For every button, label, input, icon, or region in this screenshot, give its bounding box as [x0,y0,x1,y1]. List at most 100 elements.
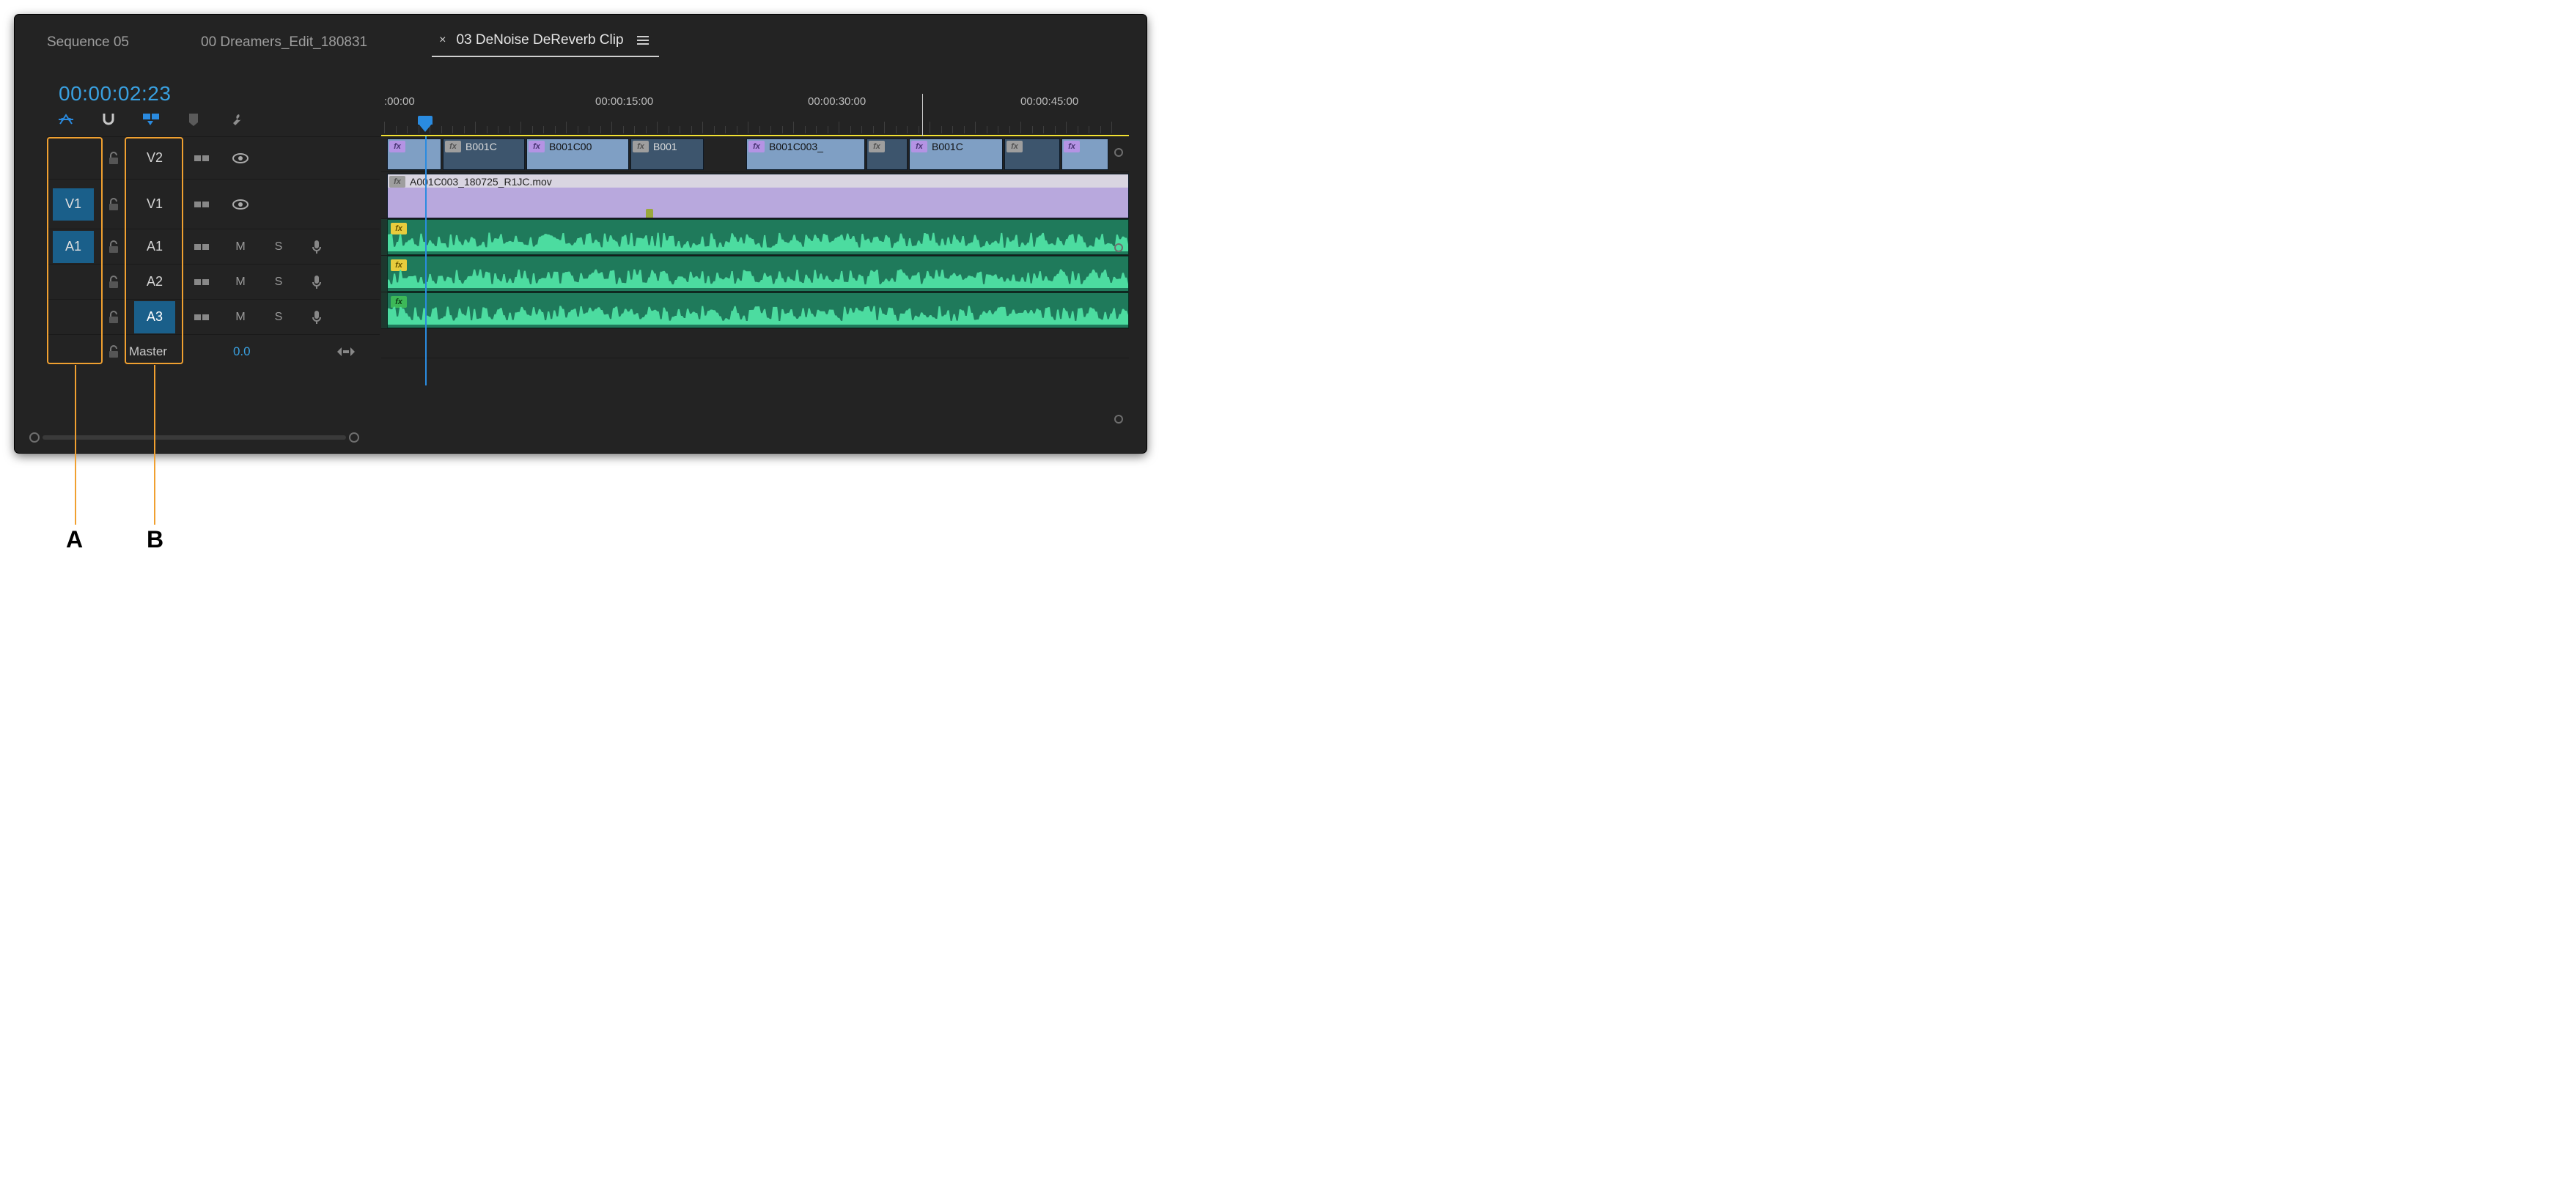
audio-clip[interactable]: fx [387,256,1129,292]
mute-button[interactable]: M [221,240,260,254]
track-header-a2: A2 M S [47,264,380,299]
track-target-v1[interactable]: V1 [134,188,175,221]
track-target-v2[interactable]: V2 [134,142,175,174]
video-clip[interactable]: fx [866,138,908,170]
audio-clip[interactable]: fx [387,292,1129,328]
toggle-track-output-icon[interactable] [221,153,260,163]
clip-name: A001C003_180725_R1JC.mov [410,174,552,188]
track-target-a2[interactable]: A2 [134,266,175,298]
solo-button[interactable]: S [260,276,298,289]
track-a3[interactable]: fx [381,292,1129,328]
video-clip[interactable]: fx B001C [909,138,1003,170]
track-target-a1[interactable]: A1 [134,231,175,263]
waveform-icon [388,265,1128,288]
tab-label: 00 Dreamers_Edit_180831 [201,34,367,51]
lock-icon[interactable] [100,198,128,211]
ruler-label: :00:00 [384,95,415,108]
video-clip[interactable]: fx [387,138,441,170]
tab-sequence-05[interactable]: Sequence 05 [40,28,136,57]
video-clip[interactable]: fx B001 [630,138,704,170]
track-height-handle[interactable] [1114,148,1123,157]
video-clip-v1[interactable]: fx A001C003_180725_R1JC.mov [387,174,1129,218]
track-header-v1: V1 V1 [47,179,380,229]
current-timecode[interactable]: 00:00:02:23 [59,82,171,106]
audio-clip[interactable]: fx [387,219,1129,255]
lock-icon[interactable] [100,152,128,165]
tab-denoise-dereverb[interactable]: × 03 DeNoise DeReverb Clip [432,28,658,57]
toggle-track-output-icon[interactable] [221,199,260,210]
track-height-handle[interactable] [1114,243,1123,252]
track-master[interactable] [381,328,1129,358]
timeline-tracks[interactable]: fx fx B001C fx B001C00 fx B001 fx B001C0… [381,136,1129,385]
sequence-nest-icon[interactable] [57,111,75,128]
sync-lock-icon[interactable] [182,152,221,164]
voice-record-icon[interactable] [298,310,336,325]
video-clip[interactable]: fx B001C [443,138,525,170]
mute-button[interactable]: M [221,276,260,289]
voice-record-icon[interactable] [298,240,336,254]
sync-lock-icon[interactable] [182,311,221,323]
time-ruler[interactable]: :00:00 00:00:15:00 00:00:30:00 00:00:45:… [381,94,1129,136]
tab-dreamers-edit[interactable]: 00 Dreamers_Edit_180831 [194,28,375,57]
voice-record-icon[interactable] [298,275,336,289]
snap-magnet-icon[interactable] [100,111,117,128]
clip-marker-icon[interactable] [646,209,653,218]
fx-badge-icon: fx [529,141,545,152]
source-patch-v1[interactable]: V1 [53,188,94,221]
clip-name: B001C003_ [769,139,823,152]
fx-badge-icon: fx [1007,141,1023,152]
ruler-label: 00:00:45:00 [1020,95,1078,108]
video-clip[interactable]: fx [1061,138,1108,170]
clip-name: B001 [653,139,677,152]
track-v1[interactable]: fx A001C003_180725_R1JC.mov [381,171,1129,218]
close-icon[interactable]: × [439,34,446,47]
lock-icon[interactable] [100,345,128,358]
zoom-handle-left[interactable] [29,432,40,443]
track-v2[interactable]: fx fx B001C fx B001C00 fx B001 fx B001C0… [381,136,1129,171]
zoom-handle-right[interactable] [349,432,359,443]
fx-badge-icon: fx [1064,141,1080,152]
timeline-area: :00:00 00:00:15:00 00:00:30:00 00:00:45:… [381,94,1129,432]
sync-lock-icon[interactable] [182,241,221,253]
tab-label: 03 DeNoise DeReverb Clip [456,32,623,48]
zoom-bar[interactable] [43,435,346,440]
video-clip[interactable]: fx B001C00 [526,138,629,170]
video-clip[interactable]: fx B001C003_ [746,138,865,170]
fx-badge-icon: fx [633,141,649,152]
track-header-a1: A1 A1 M S [47,229,380,264]
track-target-a3[interactable]: A3 [134,301,175,333]
settings-wrench-icon[interactable] [227,111,245,128]
expand-tracks-icon[interactable] [337,345,355,358]
add-marker-icon[interactable] [185,111,202,128]
track-a1[interactable]: fx [381,218,1129,255]
annotation-label: B [147,526,163,553]
timeline-toolrow [57,111,245,128]
track-height-handle[interactable] [1114,415,1123,424]
lock-icon[interactable] [100,311,128,324]
playhead-handle[interactable] [418,123,433,132]
mute-button[interactable]: M [221,311,260,324]
clip-name: B001C [465,139,497,152]
sync-lock-icon[interactable] [182,199,221,210]
track-header-a3: A3 M S [47,299,380,334]
lock-icon[interactable] [100,240,128,254]
linked-selection-icon[interactable] [142,111,160,128]
sequence-tabs: Sequence 05 00 Dreamers_Edit_180831 × 03… [40,28,659,57]
waveform-icon [388,228,1128,251]
track-empty[interactable] [381,358,1129,385]
sync-lock-icon[interactable] [182,276,221,288]
waveform-icon [388,301,1128,325]
video-clip[interactable]: fx [1004,138,1060,170]
master-level[interactable]: 0.0 [233,344,251,359]
lock-icon[interactable] [100,276,128,289]
track-header-master: Master 0.0 [47,334,380,368]
solo-button[interactable]: S [260,240,298,254]
fx-badge-icon: fx [748,141,765,152]
fx-badge-icon: fx [911,141,927,152]
track-a2[interactable]: fx [381,255,1129,292]
source-patch-a1[interactable]: A1 [53,231,94,263]
panel-menu-icon[interactable] [634,33,652,48]
timeline-panel: Sequence 05 00 Dreamers_Edit_180831 × 03… [15,15,1147,453]
clip-name: B001C [932,139,963,152]
solo-button[interactable]: S [260,311,298,324]
